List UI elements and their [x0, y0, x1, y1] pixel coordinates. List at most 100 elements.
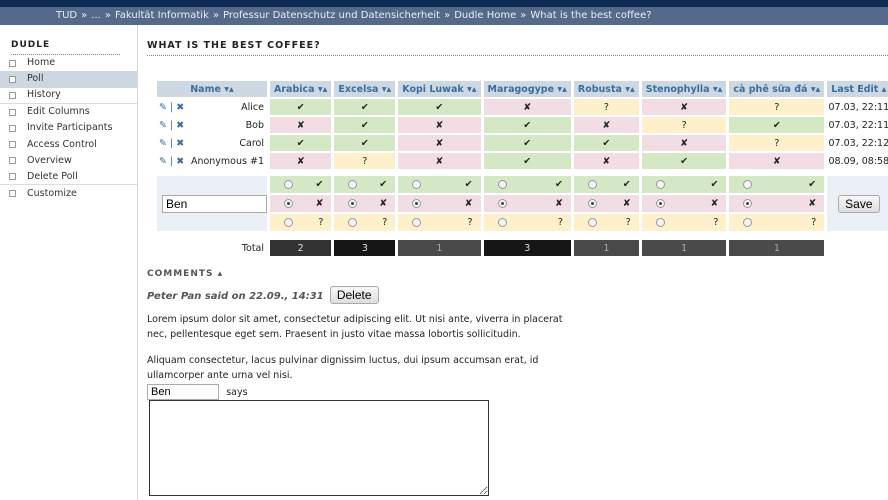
radio-button[interactable]: [497, 218, 507, 227]
radio-button[interactable]: [587, 199, 597, 208]
radio-button[interactable]: [284, 218, 293, 227]
comment-name-input[interactable]: [147, 384, 219, 400]
radio-button[interactable]: [655, 180, 665, 189]
radio-button[interactable]: [497, 180, 507, 189]
edit-delete-icons[interactable]: ✎ | ✖: [157, 102, 184, 113]
vote-option[interactable]: ?: [641, 214, 727, 231]
radio-button[interactable]: [348, 180, 358, 189]
vote-option[interactable]: ✘: [641, 195, 727, 212]
sidebar-item-edit-columns[interactable]: Edit Columns: [0, 104, 137, 120]
edit-delete-icons[interactable]: ✎ | ✖: [157, 138, 184, 149]
sidebar-item-delete-poll[interactable]: Delete Poll: [0, 169, 137, 186]
vote-option-content: ?: [270, 217, 331, 228]
radio-button[interactable]: [655, 199, 665, 208]
sidebar-item-access-control[interactable]: Access Control: [0, 136, 137, 152]
participant-name: ✎ | ✖ Alice: [157, 99, 267, 115]
comment-text: Lorem ipsum dolor sit amet, consectetur …: [147, 314, 563, 340]
vote-form-row: ✔ ✔ ✔ ✔ ✔ ✔ ✔ Save: [157, 176, 888, 231]
delete-comment-button[interactable]: Delete: [329, 286, 379, 304]
radio-button[interactable]: [743, 218, 753, 227]
total-label: Total: [241, 242, 264, 254]
vote-option[interactable]: ✘: [573, 195, 639, 212]
radio-button[interactable]: [497, 199, 507, 208]
breadcrumb-link[interactable]: Fakultät Informatik: [115, 10, 209, 21]
vote-option[interactable]: ✘: [270, 195, 332, 212]
vote-symbol: ✔: [554, 179, 563, 190]
table-row: ✎ | ✖ Bob ✘ ✔ ✘ ✔ ✘? ✔ 07.03, 22:11: [157, 117, 888, 133]
radio-button[interactable]: [587, 180, 597, 189]
radio-button[interactable]: [284, 180, 293, 189]
vote-option[interactable]: ✘: [729, 195, 825, 212]
radio-button[interactable]: [587, 218, 597, 227]
column-header[interactable]: cà phê sữa đá ▾▴: [729, 81, 825, 97]
vote-option[interactable]: ?: [573, 214, 639, 231]
vote-option-content: ?: [398, 217, 480, 228]
breadcrumb-link[interactable]: Professur Datenschutz und Datensicherhei…: [223, 10, 440, 21]
vote-cell: ✘: [270, 117, 332, 133]
column-header[interactable]: Robusta ▾▴: [573, 81, 639, 97]
participant-name-text: Anonymous #1: [190, 155, 264, 167]
sidebar-item-poll[interactable]: Poll: [0, 71, 137, 88]
radio-button[interactable]: [284, 199, 293, 208]
sidebar-item-customize[interactable]: Customize: [0, 185, 137, 201]
vote-option[interactable]: ✘: [483, 195, 571, 212]
edit-delete-icons[interactable]: ✎ | ✖: [157, 156, 184, 167]
vote-option-content: ?: [642, 217, 727, 228]
vote-option[interactable]: ?: [398, 214, 481, 231]
vote-option[interactable]: ?: [334, 214, 396, 231]
vote-option[interactable]: ✘: [398, 195, 481, 212]
vote-symbol: ✔: [622, 179, 631, 190]
vote-option-content: ✔: [484, 179, 571, 190]
total-cell: 3: [334, 240, 396, 256]
sidebar-title: DUDLE: [11, 40, 120, 55]
sidebar-item-home[interactable]: Home: [0, 55, 137, 71]
radio-button[interactable]: [412, 180, 422, 189]
save-button[interactable]: Save: [838, 194, 880, 213]
sidebar-item-history[interactable]: History: [0, 88, 137, 104]
breadcrumb-link[interactable]: TUD: [56, 10, 77, 21]
vote-option[interactable]: ✔: [270, 176, 332, 193]
column-header-last-edit[interactable]: Last Edit ▴: [827, 81, 888, 97]
radio-button[interactable]: [348, 199, 358, 208]
breadcrumb-link[interactable]: ...: [91, 10, 101, 21]
vote-option[interactable]: ✘: [334, 195, 396, 212]
vote-cell: ✔: [398, 99, 481, 115]
name-input[interactable]: [162, 194, 267, 213]
breadcrumb-link[interactable]: Dudle Home: [454, 10, 516, 21]
column-header[interactable]: Arabica ▾▴: [270, 81, 332, 97]
sidebar-item-overview[interactable]: Overview: [0, 153, 137, 169]
sidebar-item-label: Invite Participants: [27, 122, 113, 134]
vote-option[interactable]: ✔: [334, 176, 396, 193]
sidebar-item-label: Customize: [27, 187, 77, 199]
vote-option[interactable]: ✔: [729, 176, 825, 193]
comments-heading[interactable]: COMMENTS ▴: [147, 269, 567, 279]
radio-button[interactable]: [655, 218, 665, 227]
column-header[interactable]: Stenophylla ▾▴: [641, 81, 727, 97]
sidebar-item-label: Home: [27, 57, 56, 69]
vote-option[interactable]: ?: [483, 214, 571, 231]
participant-name: ✎ | ✖ Carol: [157, 135, 267, 151]
sidebar-item-label: Edit Columns: [27, 106, 90, 118]
breadcrumb-link[interactable]: What is the best coffee?: [530, 10, 651, 21]
vote-option[interactable]: ✔: [573, 176, 639, 193]
vote-option[interactable]: ✔: [641, 176, 727, 193]
radio-button[interactable]: [743, 180, 753, 189]
column-header[interactable]: Kopi Luwak ▾▴: [398, 81, 481, 97]
comment-textarea[interactable]: [149, 400, 489, 496]
vote-option[interactable]: ?: [270, 214, 332, 231]
vote-option-content: ✘: [484, 198, 571, 209]
participant-name-text: Alice: [241, 101, 264, 113]
vote-option[interactable]: ✔: [398, 176, 481, 193]
vote-option[interactable]: ?: [729, 214, 825, 231]
edit-delete-icons[interactable]: ✎ | ✖: [157, 120, 184, 131]
column-header[interactable]: Maragogype ▾▴: [483, 81, 571, 97]
radio-button[interactable]: [412, 199, 422, 208]
radio-button[interactable]: [348, 218, 358, 227]
radio-button[interactable]: [743, 199, 753, 208]
column-header[interactable]: Excelsa ▾▴: [334, 81, 396, 97]
column-header-name[interactable]: Name ▾▴: [157, 81, 267, 97]
vote-symbol: ?: [811, 217, 817, 228]
radio-button[interactable]: [412, 218, 422, 227]
sidebar-item-invite-participants[interactable]: Invite Participants: [0, 120, 137, 136]
vote-option[interactable]: ✔: [483, 176, 571, 193]
